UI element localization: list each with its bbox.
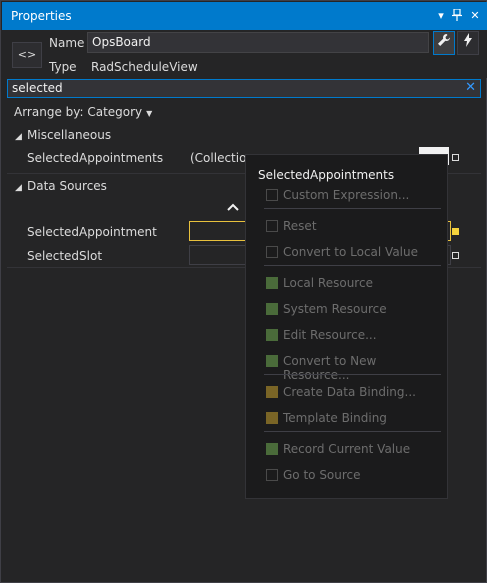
menu-item-record-current-value[interactable]: Record Current Value [266,441,446,459]
chevron-up-icon[interactable] [227,199,239,215]
element-header: <> Name OpsBoard Type RadScheduleView [2,30,487,78]
resource-icon [266,303,278,315]
menu-item-custom-expression[interactable]: Custom Expression... [266,187,446,205]
property-label: SelectedAppointment [27,225,157,239]
checkbox-icon [266,469,278,481]
menu-title: SelectedAppointments [258,168,395,182]
properties-button[interactable] [433,31,455,55]
category-data-sources[interactable]: ◢ Data Sources [15,179,107,193]
resource-icon [266,329,278,341]
menu-item-convert-local[interactable]: Convert to Local Value [266,244,446,262]
wrench-icon [438,34,450,46]
name-field[interactable]: OpsBoard [87,32,429,53]
record-icon [266,443,278,455]
checkbox-icon [266,220,278,232]
code-icon: <> [12,42,42,68]
binding-icon [266,386,278,398]
property-marker[interactable] [452,154,459,161]
collapse-triangle-icon[interactable]: ◢ [15,132,27,142]
lightning-icon [464,33,472,47]
menu-separator [264,431,441,432]
menu-separator [264,265,441,266]
property-marker[interactable] [452,252,459,259]
pin-icon[interactable] [450,8,464,23]
menu-separator [264,374,441,375]
menu-item-go-to-source[interactable]: Go to Source [266,467,446,485]
name-label: Name [49,36,85,50]
arrange-by-dropdown[interactable]: Arrange by: Category ▼ [14,105,152,119]
menu-item-edit-resource[interactable]: Edit Resource... [266,327,446,345]
checkbox-icon [266,189,278,201]
property-context-menu: SelectedAppointments Custom Expression..… [245,154,448,499]
search-text: selected [12,81,63,95]
arrange-label: Arrange by: Category [14,105,143,119]
dropdown-icon[interactable]: ▾ [434,9,448,23]
close-icon[interactable]: ✕ [468,9,482,23]
property-label: SelectedSlot [27,249,103,263]
checkbox-icon [266,246,278,258]
category-miscellaneous[interactable]: ◢ Miscellaneous [15,128,111,142]
binding-icon [266,412,278,424]
search-input[interactable]: selected ✕ [7,79,481,98]
menu-item-reset[interactable]: Reset [266,218,446,236]
type-label: Type [49,60,77,74]
menu-item-local-resource[interactable]: Local Resource [266,275,446,293]
properties-panel: Properties ▾ ✕ <> Name OpsBoard Type Rad… [0,0,487,583]
resource-icon [266,355,278,367]
category-label: Data Sources [27,179,107,193]
menu-item-system-resource[interactable]: System Resource [266,301,446,319]
menu-item-convert-new-resource[interactable]: Convert to New Resource... [266,353,446,382]
type-value: RadScheduleView [91,60,198,74]
menu-item-create-data-binding[interactable]: Create Data Binding... [266,384,446,402]
events-button[interactable] [457,31,479,55]
menu-separator [264,208,441,209]
collapse-triangle-icon[interactable]: ◢ [15,183,27,193]
clear-search-icon[interactable]: ✕ [465,80,476,95]
property-marker-bound[interactable] [452,228,459,235]
title-bar: Properties ▾ ✕ [2,2,487,30]
chevron-down-icon: ▼ [146,109,153,118]
property-label: SelectedAppointments [27,151,164,165]
resource-icon [266,277,278,289]
category-label: Miscellaneous [27,128,112,142]
panel-title: Properties [11,9,72,23]
menu-item-template-binding[interactable]: Template Binding [266,410,446,428]
